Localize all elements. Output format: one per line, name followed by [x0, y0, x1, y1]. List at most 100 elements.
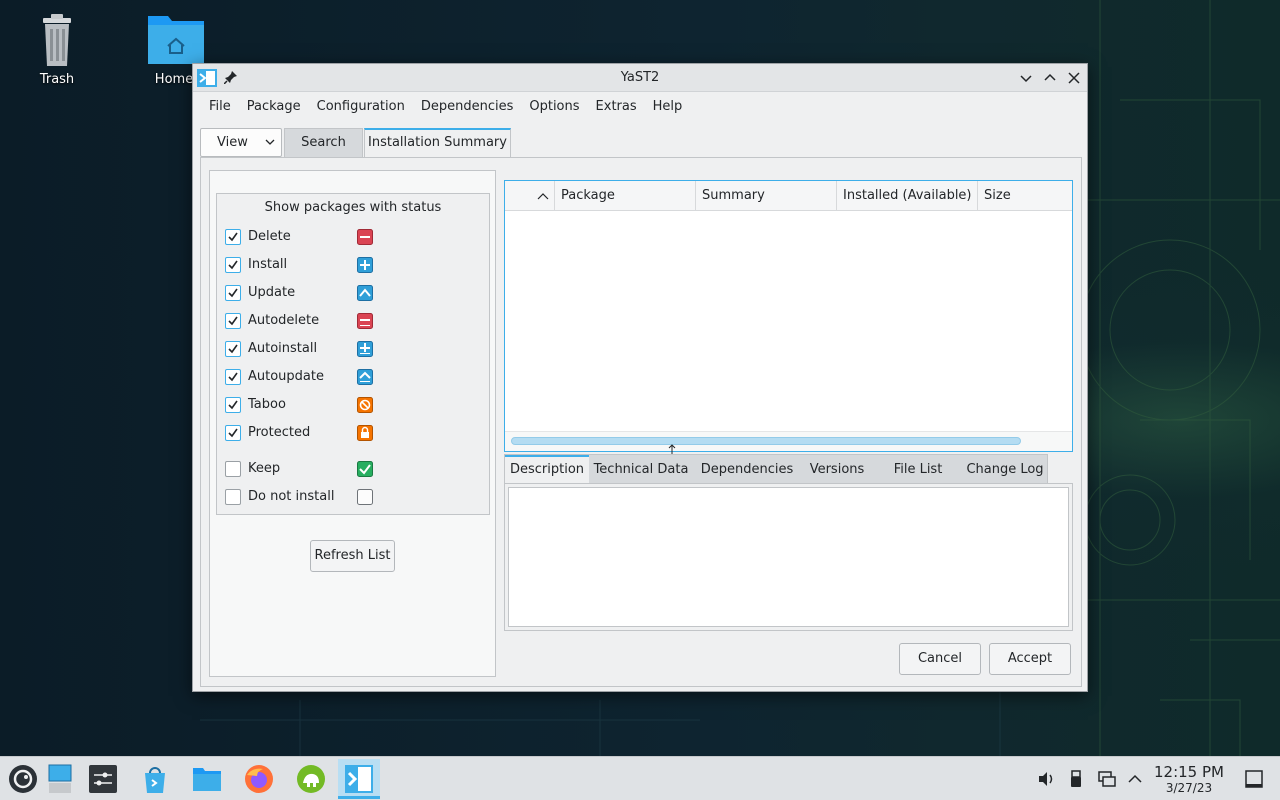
keep-checkbox[interactable]: [225, 461, 241, 477]
desktop-icon-label: Trash: [39, 72, 75, 87]
autoupdate-status-icon: [357, 369, 373, 385]
detail-tab-bar: Description Technical Data Dependencies …: [504, 454, 1048, 484]
volume-icon[interactable]: [1036, 769, 1056, 789]
description-text-area[interactable]: [508, 487, 1069, 627]
menu-file[interactable]: File: [201, 95, 239, 118]
protected-checkbox[interactable]: [225, 425, 241, 441]
removable-devices-icon[interactable]: [1066, 769, 1086, 789]
tab-file-list[interactable]: File List: [875, 455, 961, 484]
menu-options[interactable]: Options: [521, 95, 587, 118]
status-row-update[interactable]: Update: [225, 283, 485, 303]
status-label: Autoupdate: [248, 369, 324, 384]
close-icon[interactable]: [1066, 70, 1082, 86]
maximize-icon[interactable]: [1042, 70, 1058, 86]
update-checkbox[interactable]: [225, 285, 241, 301]
keep-status-icon: [357, 461, 373, 477]
do-not-install-status-icon: [357, 489, 373, 505]
network-icon[interactable]: [1097, 769, 1117, 789]
status-row-keep[interactable]: Keep: [225, 459, 485, 479]
status-row-autoupdate[interactable]: Autoupdate: [225, 367, 485, 387]
taskbar: 12:15 PM 3/27/23: [0, 756, 1280, 800]
chevron-up-icon[interactable]: [1125, 769, 1145, 789]
autoupdate-checkbox[interactable]: [225, 369, 241, 385]
cancel-button[interactable]: Cancel: [899, 643, 981, 675]
update-status-icon: [357, 285, 373, 301]
autoinstall-checkbox[interactable]: [225, 341, 241, 357]
status-label: Autoinstall: [248, 341, 318, 356]
taskbar-discover[interactable]: [134, 759, 176, 799]
firefox-icon: [245, 765, 273, 793]
column-header-summary[interactable]: Summary: [696, 181, 837, 211]
tab-search[interactable]: Search: [284, 128, 363, 157]
tab-label: Search: [301, 135, 346, 150]
protected-status-icon: [357, 425, 373, 441]
install-checkbox[interactable]: [225, 257, 241, 273]
menu-help[interactable]: Help: [645, 95, 691, 118]
menu-extras[interactable]: Extras: [588, 95, 645, 118]
status-label: Taboo: [248, 397, 286, 412]
accept-button[interactable]: Accept: [989, 643, 1071, 675]
status-row-autodelete[interactable]: Autodelete: [225, 311, 485, 331]
tab-versions[interactable]: Versions: [801, 455, 873, 484]
status-row-delete[interactable]: Delete: [225, 227, 485, 247]
package-table[interactable]: Package Summary Installed (Available) Si…: [504, 180, 1073, 452]
clock-date: 3/27/23: [1165, 781, 1213, 795]
status-row-autoinstall[interactable]: Autoinstall: [225, 339, 485, 359]
tab-installation-summary[interactable]: Installation Summary: [364, 128, 511, 157]
refresh-list-button[interactable]: Refresh List: [310, 540, 395, 572]
checkmark-icon: [228, 400, 238, 410]
taboo-status-icon: [357, 397, 373, 413]
status-row-install[interactable]: Install: [225, 255, 485, 275]
taskbar-yast2-window[interactable]: [338, 759, 380, 799]
folder-icon: [193, 768, 221, 791]
status-label: Install: [248, 257, 288, 272]
checkmark-icon: [228, 288, 238, 298]
clock-time: 12:15 PM: [1154, 763, 1224, 781]
minimize-icon[interactable]: [1018, 70, 1034, 86]
checkmark-icon: [228, 428, 238, 438]
delete-checkbox[interactable]: [225, 229, 241, 245]
application-launcher[interactable]: [2, 759, 44, 799]
desktop-icon-trash[interactable]: Trash: [17, 12, 97, 87]
autodelete-checkbox[interactable]: [225, 313, 241, 329]
do-not-install-checkbox[interactable]: [225, 489, 241, 505]
status-row-taboo[interactable]: Taboo: [225, 395, 485, 415]
view-dropdown[interactable]: View: [200, 128, 282, 157]
taskbar-firefox[interactable]: [238, 759, 280, 799]
checkmark-icon: [228, 232, 238, 242]
column-header-size[interactable]: Size: [978, 181, 1072, 211]
status-label: Autodelete: [248, 313, 320, 328]
taskbar-file-manager[interactable]: [186, 759, 228, 799]
taskbar-system-settings[interactable]: [82, 759, 124, 799]
tab-technical-data[interactable]: Technical Data: [589, 455, 693, 484]
column-header-status[interactable]: [505, 181, 555, 211]
discover-store-icon: [145, 767, 165, 793]
status-row-do-not-install[interactable]: Do not install: [225, 487, 485, 507]
taskbar-yast-control-center[interactable]: [290, 759, 332, 799]
yast-control-center-icon: [297, 765, 325, 793]
table-header: Package Summary Installed (Available) Si…: [505, 181, 1072, 211]
pin-icon[interactable]: [224, 70, 238, 84]
tab-change-log[interactable]: Change Log: [961, 455, 1049, 484]
menu-package[interactable]: Package: [239, 95, 309, 118]
status-row-protected[interactable]: Protected: [225, 423, 485, 443]
title-bar[interactable]: YaST2: [193, 64, 1087, 92]
menu-dependencies[interactable]: Dependencies: [413, 95, 522, 118]
menu-configuration[interactable]: Configuration: [309, 95, 413, 118]
column-header-installed[interactable]: Installed (Available): [837, 181, 978, 211]
system-settings-icon: [89, 765, 117, 793]
status-label: Protected: [248, 425, 311, 440]
taboo-checkbox[interactable]: [225, 397, 241, 413]
digital-clock[interactable]: 12:15 PM 3/27/23: [1148, 763, 1230, 796]
view-dropdown-label: View: [217, 135, 248, 150]
column-header-package[interactable]: Package: [555, 181, 696, 211]
window-title: YaST2: [620, 70, 660, 85]
yast2-window: YaST2 File Package Configuration Depende…: [192, 63, 1088, 692]
chevron-down-icon: [265, 139, 275, 145]
status-label: Delete: [248, 229, 291, 244]
show-desktop-icon[interactable]: [1244, 769, 1264, 789]
show-desktop-pager[interactable]: [40, 759, 82, 799]
tab-dependencies[interactable]: Dependencies: [693, 455, 801, 484]
tab-description[interactable]: Description: [505, 455, 589, 484]
horizontal-scrollbar[interactable]: [511, 437, 1021, 445]
